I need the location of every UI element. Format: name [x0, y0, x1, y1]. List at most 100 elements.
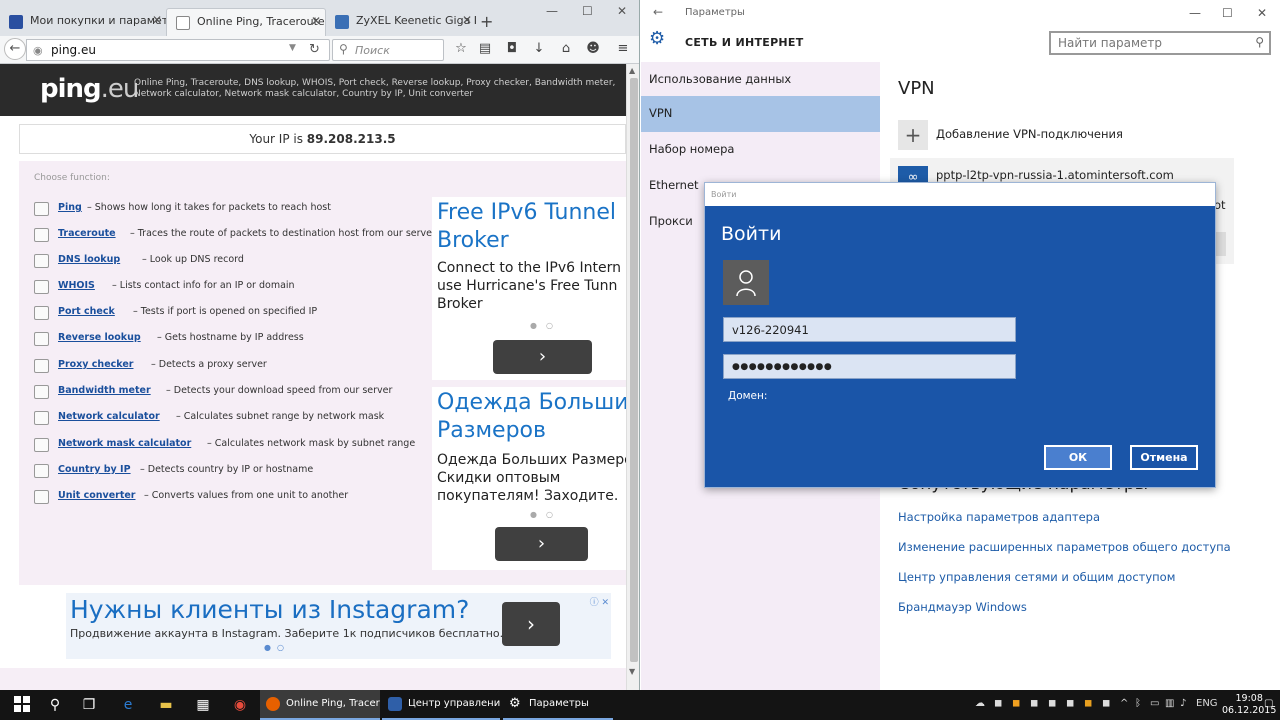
carousel-dots[interactable]: ●○ [530, 321, 562, 330]
function-link[interactable]: Traceroute [58, 228, 116, 239]
ok-button[interactable]: ОК [1044, 445, 1112, 470]
ad-title: Free IPv6 Tunnel [437, 200, 617, 225]
function-link[interactable]: Unit converter [58, 490, 136, 501]
carousel-dots[interactable]: ●○ [264, 643, 290, 652]
tray-app-icon[interactable]: ◼ [1030, 698, 1038, 709]
dropdown-arrow-icon[interactable]: ▼ [289, 43, 296, 53]
function-link[interactable]: Bandwidth meter [58, 385, 151, 396]
search-input[interactable]: ⚲ Поиск [332, 39, 444, 61]
reload-icon[interactable]: ↻ [309, 42, 320, 57]
scrollbar-thumb[interactable] [630, 78, 638, 662]
close-tab-icon[interactable]: ✕ [462, 13, 472, 27]
notifications-icon[interactable]: ▢ [1264, 698, 1273, 709]
site-logo[interactable]: ping.eu [40, 74, 139, 104]
bookmark-star-icon[interactable]: ☆ [452, 41, 470, 56]
tray-app-icon[interactable]: ◼ [1066, 698, 1074, 709]
tray-app-icon[interactable]: ◼ [1012, 698, 1020, 709]
function-link[interactable]: Ping [58, 202, 82, 213]
scroll-up-icon[interactable]: ▲ [629, 66, 635, 75]
ad-next-button[interactable]: › [495, 527, 588, 561]
banner-subtitle: Продвижение аккаунта в Instagram. Забери… [70, 627, 504, 640]
username-field[interactable]: v126-220941 [723, 317, 1016, 342]
network-calculator-icon [34, 411, 49, 425]
function-link[interactable]: Country by IP [58, 464, 131, 475]
browser-tab-purchases[interactable]: Мои покупки и параметр... ✕ [0, 8, 166, 36]
cancel-button[interactable]: Отмена [1130, 445, 1198, 470]
task-view-icon[interactable]: ❐ [80, 696, 98, 714]
network-icon[interactable]: ▥ [1165, 698, 1174, 709]
menu-icon[interactable]: ≡ [614, 41, 632, 56]
banner-next-button[interactable]: › [502, 602, 560, 646]
chrome-icon[interactable]: ◉ [231, 696, 249, 714]
onedrive-icon[interactable]: ☁ [975, 698, 985, 709]
new-tab-icon[interactable]: + [480, 12, 493, 31]
link-adapter-settings[interactable]: Настройка параметров адаптера [898, 510, 1100, 524]
sidebar-item-data-usage[interactable]: Использование данных [641, 62, 880, 98]
taskbar-app-firefox[interactable]: Online Ping, Tracero... [260, 690, 380, 720]
home-icon[interactable]: ⌂ [557, 41, 575, 56]
function-link[interactable]: DNS lookup [58, 254, 120, 265]
language-indicator[interactable]: ENG [1196, 698, 1218, 709]
minimize-icon[interactable]: — [546, 4, 558, 18]
tray-app-icon[interactable]: ◼ [994, 698, 1002, 709]
browser-tab-ping[interactable]: Online Ping, Traceroute, ... ✕ [166, 8, 326, 36]
function-link[interactable]: WHOIS [58, 280, 95, 291]
function-link[interactable]: Network mask calculator [58, 438, 191, 449]
ad-text: покупателям! Заходите. [437, 488, 619, 504]
sidebar-item-vpn[interactable]: VPN [641, 96, 880, 132]
maximize-icon[interactable]: ☐ [1222, 6, 1233, 20]
ip-display: Your IP is 89.208.213.5 [19, 124, 626, 154]
browser-tab-zyxel[interactable]: ZyXEL Keenetic Giga II По... ✕ [326, 8, 476, 36]
link-firewall[interactable]: Брандмауэр Windows [898, 600, 1027, 614]
tray-app-icon[interactable]: ◼ [1048, 698, 1056, 709]
reading-list-icon[interactable]: ▤ [476, 41, 494, 56]
back-arrow-icon[interactable]: ← [653, 5, 663, 19]
carousel-dots[interactable]: ●○ [530, 510, 562, 519]
tray-app-icon[interactable]: ◼ [1102, 698, 1110, 709]
edge-icon[interactable]: e [119, 696, 137, 714]
pocket-icon[interactable]: ◘ [503, 41, 521, 56]
show-hidden-icons-icon[interactable]: ^ [1120, 698, 1128, 709]
password-field[interactable]: ●●●●●●●●●●●● [723, 354, 1016, 379]
minimize-icon[interactable]: — [1189, 6, 1201, 20]
smiley-icon[interactable]: ☻ [584, 41, 602, 56]
ad-next-button[interactable]: › [493, 340, 592, 374]
ad-info-icon[interactable]: ⓘ ✕ [590, 595, 609, 608]
taskbar-app-control-panel[interactable]: Центр управления ... [382, 690, 500, 720]
close-tab-icon[interactable]: ✕ [152, 13, 162, 27]
battery-icon[interactable]: ▭ [1150, 698, 1159, 709]
dialog-heading: Войти [721, 223, 782, 245]
taskbar-app-settings[interactable]: ⚙ Параметры [503, 690, 613, 720]
maximize-icon[interactable]: ☐ [582, 4, 593, 18]
store-icon[interactable]: ▦ [194, 696, 212, 714]
bluetooth-icon[interactable]: ᛒ [1135, 698, 1141, 709]
bandwidth-meter-icon [34, 385, 49, 399]
function-link[interactable]: Port check [58, 306, 115, 317]
windows-start-icon[interactable] [13, 696, 31, 714]
function-link[interactable]: Network calculator [58, 411, 160, 422]
close-tab-icon[interactable]: ✕ [311, 14, 321, 28]
address-bar[interactable]: ◉ ping.eu ▼ ↻ [26, 39, 330, 61]
close-window-icon[interactable]: ✕ [1257, 6, 1267, 20]
ad-clothing[interactable]: Одежда Больших Размеров Одежда Больших Р… [432, 387, 626, 570]
gear-icon: ⚙ [509, 696, 521, 711]
back-arrow-icon[interactable]: ← [4, 38, 26, 60]
function-link[interactable]: Proxy checker [58, 359, 133, 370]
port-check-icon [34, 306, 49, 320]
link-network-center[interactable]: Центр управления сетями и общим доступом [898, 570, 1175, 584]
link-sharing-options[interactable]: Изменение расширенных параметров общего … [898, 540, 1231, 554]
sidebar-item-dialup[interactable]: Набор номера [641, 132, 880, 168]
search-icon: ⚲ [339, 42, 348, 56]
scroll-down-icon[interactable]: ▼ [629, 667, 635, 676]
settings-search-input[interactable]: Найти параметр ⚲ [1049, 31, 1271, 55]
search-icon[interactable]: ⚲ [46, 696, 64, 714]
download-icon[interactable]: ↓ [530, 41, 548, 56]
tray-app-icon[interactable]: ◼ [1084, 698, 1092, 709]
instagram-banner-ad[interactable]: Нужны клиенты из Instagram? Продвижение … [66, 593, 611, 659]
vertical-scrollbar[interactable]: ▲ ▼ [626, 64, 639, 690]
close-window-icon[interactable]: ✕ [617, 4, 627, 18]
file-explorer-icon[interactable]: ▬ [157, 696, 175, 714]
ad-ipv6-tunnel[interactable]: Free IPv6 Tunnel Broker Connect to the I… [432, 197, 626, 380]
function-link[interactable]: Reverse lookup [58, 332, 141, 343]
volume-icon[interactable]: ♪ [1180, 698, 1186, 709]
